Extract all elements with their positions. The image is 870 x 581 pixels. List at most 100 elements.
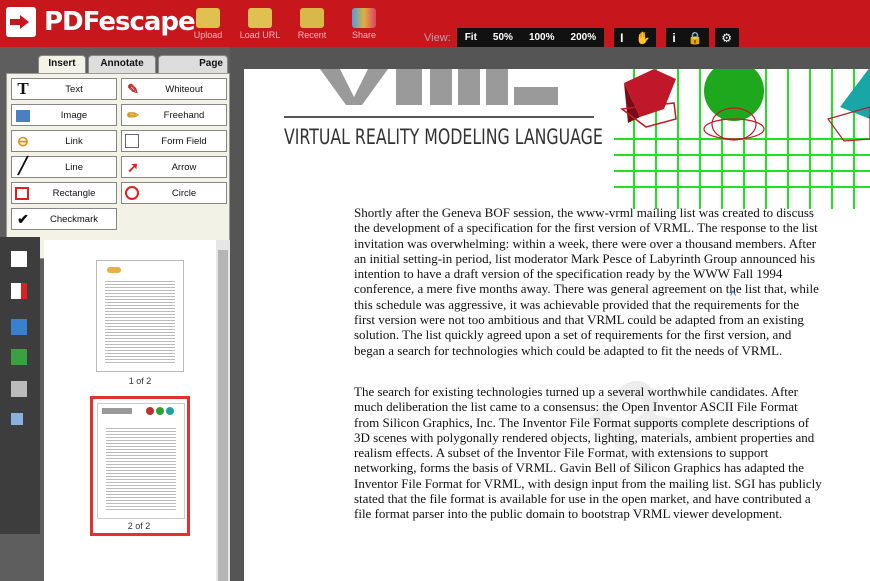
red-cube-shape	[620, 69, 677, 128]
download-icon[interactable]	[11, 349, 27, 365]
zoom-100-button[interactable]: 100%	[521, 32, 563, 43]
tool-circle[interactable]: Circle	[121, 182, 227, 204]
text-line: from Silicon Graphics, Inc. The Inventor…	[354, 414, 810, 430]
rectangle-icon	[15, 187, 29, 200]
load-url-button[interactable]: Load URL	[238, 8, 282, 44]
tool-freehand-label: Freehand	[163, 110, 205, 121]
form-field-icon	[125, 134, 139, 148]
paragraph-2: The search for existing technologies tur…	[354, 384, 870, 522]
tool-freehand[interactable]: ✏ Freehand	[121, 104, 227, 126]
text-line: networking, forms the basis of VRML. Gav…	[354, 460, 804, 476]
tool-whiteout[interactable]: ✎ Whiteout	[121, 78, 227, 100]
pages-icon[interactable]	[11, 251, 27, 267]
text-line: The search for existing technologies tur…	[354, 384, 799, 399]
text-line: Inventor File Format for VRML, with desi…	[354, 475, 822, 491]
tool-line[interactable]: ╱ Line	[11, 156, 117, 178]
thumbnail-scrollbar[interactable]	[216, 240, 230, 581]
circle-icon	[125, 186, 139, 200]
tool-whiteout-label: Whiteout	[165, 84, 203, 95]
zoom-50-button[interactable]: 50%	[485, 32, 521, 43]
tool-circle-label: Circle	[171, 188, 197, 199]
text-line: began a search for technologies which co…	[354, 342, 783, 358]
tool-checkmark[interactable]: ✔ Checkmark	[11, 208, 117, 230]
save-icon[interactable]	[11, 319, 27, 335]
text-line: realism effects. A subset of the Invento…	[354, 445, 769, 461]
folder-upload-icon	[196, 8, 220, 28]
tab-page[interactable]: Page	[158, 55, 228, 73]
thumbnail-label-2: 2 of 2	[127, 521, 151, 531]
tool-text-label: Text	[65, 84, 83, 95]
page-thumbnail-1[interactable]	[96, 260, 184, 372]
thumbnail-shape-teal	[166, 407, 174, 415]
scrollbar-thumb[interactable]	[218, 250, 228, 581]
tool-checkmark-label: Checkmark	[49, 214, 99, 225]
lock-icon[interactable]: 🔒	[682, 31, 709, 45]
tab-annotate[interactable]: Annotate	[88, 55, 156, 73]
text-line: invitation was overwhelming: within a we…	[354, 235, 817, 251]
text-line: an initial setting-in period, list moder…	[354, 250, 816, 266]
app-logo[interactable]: PDFescape	[6, 4, 206, 40]
text-line: file format parser into the public domai…	[354, 506, 783, 522]
banner-title: VIRTUAL REALITY MODELING LANGUAGE	[284, 125, 603, 149]
thumbnail-lines	[106, 426, 176, 510]
text-line: Shortly after the Geneva BOF session, th…	[354, 205, 814, 220]
tool-form-field-label: Form Field	[161, 136, 207, 147]
thumbnail-lines	[105, 279, 175, 363]
print-icon[interactable]	[11, 381, 27, 397]
tab-insert[interactable]: Insert	[38, 55, 86, 73]
arrow-icon: ➚	[127, 159, 139, 175]
gear-icon[interactable]: ⚙	[714, 28, 739, 47]
folder-url-icon	[248, 8, 272, 28]
text-cursor-icon[interactable]: I	[614, 31, 629, 45]
checkmark-icon: ✔	[17, 211, 29, 227]
thumbnail-page-2	[97, 403, 185, 519]
tool-rectangle[interactable]: Rectangle	[11, 182, 117, 204]
text-line: 3D scenes with polygonally rendered obje…	[354, 429, 815, 445]
tool-image-label: Image	[60, 110, 88, 121]
green-sphere-shape	[703, 69, 765, 141]
image-icon	[16, 110, 30, 122]
text-line: conference, a mere five months away. The…	[354, 281, 819, 297]
recent-icon	[300, 8, 324, 28]
pencil-icon: ✏	[127, 107, 139, 123]
info-icon[interactable]: i	[666, 31, 681, 45]
logo-text: PDFescape	[44, 7, 196, 37]
top-toolbar: PDFescape Upload Load URL Recent Share V…	[0, 0, 870, 47]
zoom-group: Fit 50% 100% 200%	[456, 28, 605, 47]
document-icon[interactable]	[11, 413, 23, 425]
tool-link[interactable]: ⊖ Link	[11, 130, 117, 152]
tab-bar: Insert Annotate Page	[0, 53, 230, 73]
tool-line-label: Line	[65, 162, 83, 173]
text-icon: T	[17, 79, 29, 98]
thumbnail-shape-red	[146, 407, 154, 415]
hand-icon[interactable]: ✋	[629, 31, 656, 45]
zoom-200-button[interactable]: 200%	[563, 32, 605, 43]
vrml-logo-letters	[320, 69, 558, 105]
banner-rule	[284, 116, 594, 118]
share-label: Share	[351, 30, 377, 40]
tool-rectangle-label: Rectangle	[52, 188, 96, 199]
link-icon: ⊖	[17, 133, 29, 149]
tool-text[interactable]: T Text	[11, 78, 117, 100]
thumbnail-logo-icon	[107, 267, 121, 273]
recent-button[interactable]: Recent	[290, 8, 334, 44]
pdf-page[interactable]: VIRTUAL REALITY MODELING LANGUAGE R Shor…	[244, 69, 870, 581]
page-thumbnail-2[interactable]: 2 of 2	[90, 396, 190, 536]
thumbnail-label-1: 1 of 2	[128, 376, 152, 386]
document-viewer: VIRTUAL REALITY MODELING LANGUAGE R Shor…	[230, 47, 870, 581]
logo-icon	[6, 7, 36, 37]
tool-form-field[interactable]: Form Field	[121, 130, 227, 152]
line-icon: ╱	[18, 158, 28, 175]
tool-arrow[interactable]: ➚ Arrow	[121, 156, 227, 178]
recent-label: Recent	[297, 30, 327, 40]
whiteout-icon: ✎	[127, 81, 139, 97]
upload-button[interactable]: Upload	[186, 8, 230, 44]
share-icon	[352, 8, 376, 28]
zoom-fit-button[interactable]: Fit	[457, 32, 485, 43]
text-line: first version were not too ambitious and…	[354, 312, 804, 328]
pdf-icon[interactable]	[11, 283, 27, 299]
thumbnail-banner	[102, 408, 132, 414]
text-line: the development of a specification for t…	[354, 220, 818, 236]
share-button[interactable]: Share	[342, 8, 386, 44]
tool-image[interactable]: Image	[11, 104, 117, 126]
